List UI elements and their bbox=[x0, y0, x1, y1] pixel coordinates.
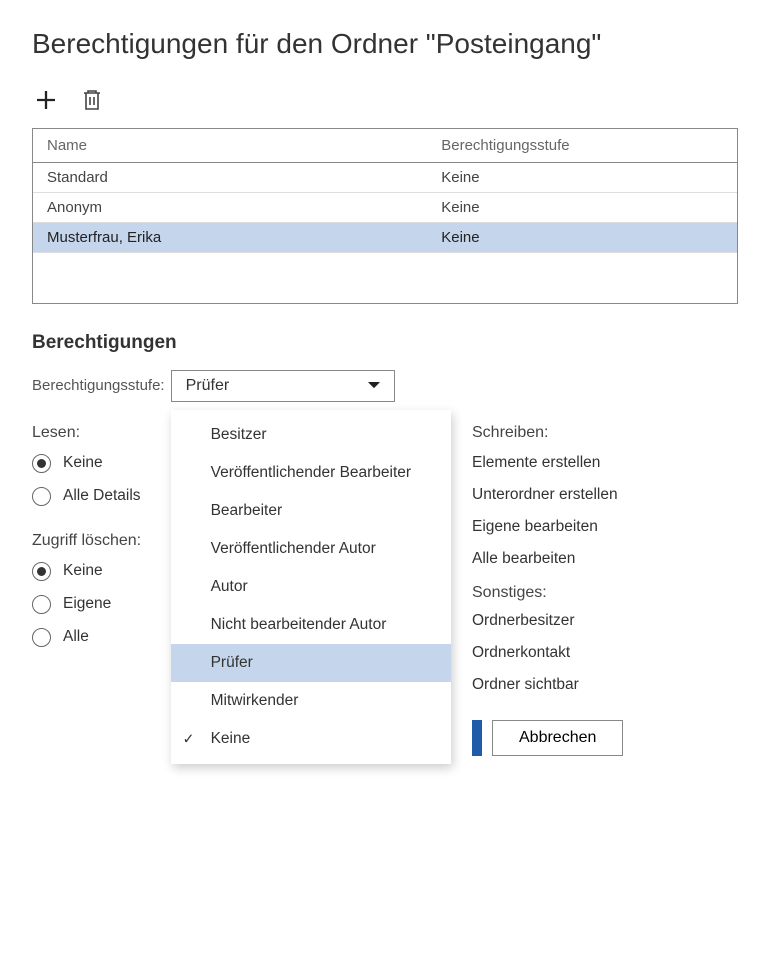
radio-delete-alle[interactable]: Alle bbox=[32, 628, 141, 647]
table-row[interactable]: Standard Keine bbox=[33, 163, 737, 193]
dropdown-option-veroeffentlichender-bearbeiter[interactable]: Veröffentlichender Bearbeiter bbox=[171, 454, 451, 492]
permissions-table: Name Berechtigungsstufe Standard Keine A… bbox=[32, 128, 738, 304]
dropdown-option-bearbeiter[interactable]: Bearbeiter bbox=[171, 492, 451, 530]
permission-level-value: Prüfer bbox=[186, 377, 230, 395]
add-button[interactable] bbox=[34, 88, 58, 112]
ok-button[interactable] bbox=[472, 720, 482, 756]
plus-icon bbox=[35, 89, 57, 111]
table-spacer-row bbox=[33, 253, 737, 303]
table-cell-name: Anonym bbox=[33, 193, 427, 223]
permission-level-dropdown: Besitzer Veröffentlichender Bearbeiter B… bbox=[171, 410, 451, 764]
check-label: Unterordner erstellen bbox=[472, 486, 618, 504]
check-label: Alle bearbeiten bbox=[472, 550, 575, 568]
radio-label: Alle bbox=[63, 628, 89, 646]
dropdown-option-pruefer[interactable]: Prüfer bbox=[171, 644, 451, 682]
check-write-elemente[interactable]: Elemente erstellen bbox=[472, 454, 623, 472]
cancel-button[interactable]: Abbrechen bbox=[492, 720, 623, 756]
check-label: Elemente erstellen bbox=[472, 454, 600, 472]
radio-label: Keine bbox=[63, 562, 103, 580]
radio-label: Eigene bbox=[63, 595, 111, 613]
radio-icon bbox=[32, 454, 51, 473]
check-other-ordnerkontakt[interactable]: Ordnerkontakt bbox=[472, 644, 623, 662]
dropdown-option-nicht-bearbeitender-autor[interactable]: Nicht bearbeitender Autor bbox=[171, 606, 451, 644]
check-label: Ordnerkontakt bbox=[472, 644, 570, 662]
table-cell-level: Keine bbox=[427, 163, 737, 193]
dropdown-option-keine[interactable]: ✓ Keine bbox=[171, 720, 451, 758]
table-row[interactable]: Anonym Keine bbox=[33, 193, 737, 223]
table-cell-name: Standard bbox=[33, 163, 427, 193]
check-other-ordnerbesitzer[interactable]: Ordnerbesitzer bbox=[472, 612, 623, 630]
check-label: Ordner sichtbar bbox=[472, 676, 579, 694]
radio-label: Keine bbox=[63, 454, 103, 472]
check-other-ordner-sichtbar[interactable]: Ordner sichtbar bbox=[472, 676, 623, 694]
radio-read-keine[interactable]: Keine bbox=[32, 454, 141, 473]
toolbar bbox=[32, 88, 738, 112]
table-header-name: Name bbox=[33, 129, 427, 163]
trash-icon bbox=[82, 89, 102, 111]
radio-read-alle-details[interactable]: Alle Details bbox=[32, 487, 141, 506]
permissions-section-title: Berechtigungen bbox=[32, 332, 738, 354]
table-cell-name: Musterfrau, Erika bbox=[33, 223, 427, 253]
write-group-label: Schreiben: bbox=[472, 424, 623, 442]
checkmark-icon: ✓ bbox=[183, 730, 195, 747]
check-write-alle[interactable]: Alle bearbeiten bbox=[472, 550, 623, 568]
read-group-label: Lesen: bbox=[32, 424, 141, 442]
table-row[interactable]: Musterfrau, Erika Keine bbox=[33, 223, 737, 253]
dropdown-option-veroeffentlichender-autor[interactable]: Veröffentlichender Autor bbox=[171, 530, 451, 568]
radio-delete-eigene[interactable]: Eigene bbox=[32, 595, 141, 614]
left-options-column: Lesen: Keine Alle Details Zugriff lösche… bbox=[32, 424, 141, 661]
radio-icon bbox=[32, 595, 51, 614]
dropdown-option-mitwirkender[interactable]: Mitwirkender bbox=[171, 682, 451, 720]
check-write-eigene[interactable]: Eigene bearbeiten bbox=[472, 518, 623, 536]
permission-level-select[interactable]: Prüfer bbox=[171, 370, 395, 402]
table-cell-level: Keine bbox=[427, 223, 737, 253]
check-label: Eigene bearbeiten bbox=[472, 518, 598, 536]
other-group-label: Sonstiges: bbox=[472, 584, 623, 602]
dialog-buttons: Abbrechen bbox=[472, 720, 623, 756]
caret-down-icon bbox=[368, 377, 380, 395]
dropdown-option-besitzer[interactable]: Besitzer bbox=[171, 416, 451, 454]
table-cell-level: Keine bbox=[427, 193, 737, 223]
permission-level-label: Berechtigungsstufe: bbox=[32, 377, 165, 394]
check-label: Ordnerbesitzer bbox=[472, 612, 575, 630]
radio-icon bbox=[32, 628, 51, 647]
radio-label: Alle Details bbox=[63, 487, 141, 505]
radio-icon bbox=[32, 487, 51, 506]
table-header-level: Berechtigungsstufe bbox=[427, 129, 737, 163]
delete-group-label: Zugriff löschen: bbox=[32, 532, 141, 550]
check-write-unterordner[interactable]: Unterordner erstellen bbox=[472, 486, 623, 504]
radio-icon bbox=[32, 562, 51, 581]
dialog-title: Berechtigungen für den Ordner "Posteinga… bbox=[32, 28, 738, 60]
radio-delete-keine[interactable]: Keine bbox=[32, 562, 141, 581]
right-options-column: Schreiben: Elemente erstellen Unterordne… bbox=[472, 424, 623, 756]
delete-button[interactable] bbox=[80, 88, 104, 112]
permission-level-row: Berechtigungsstufe: Prüfer Besitzer Verö… bbox=[32, 370, 738, 402]
dropdown-option-autor[interactable]: Autor bbox=[171, 568, 451, 606]
